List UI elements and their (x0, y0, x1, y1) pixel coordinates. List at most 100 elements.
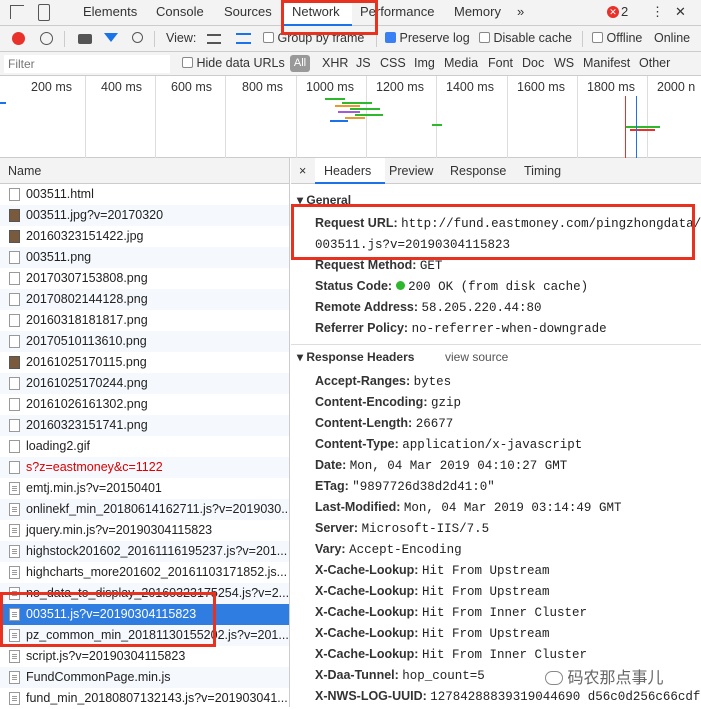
response-headers-section-header[interactable]: ▾ Response Headers (297, 350, 414, 364)
header-key: X-Cache-Lookup: (315, 605, 419, 619)
image-file-icon (9, 230, 20, 243)
tab-performance[interactable]: Performance (360, 4, 434, 19)
more-tabs-button[interactable]: » (517, 4, 524, 19)
filter-type-font[interactable]: Font (488, 56, 513, 70)
header-key: X-Daa-Tunnel: (315, 668, 399, 682)
tab-sources[interactable]: Sources (224, 4, 272, 19)
request-url-row-cont: 003511.js?v=20190304115823 (315, 237, 510, 252)
request-row[interactable]: 20161025170115.png (0, 352, 289, 373)
request-method-row: Request Method: GET (315, 258, 442, 273)
filter-type-other[interactable]: Other (639, 56, 670, 70)
filter-type-img[interactable]: Img (414, 56, 435, 70)
request-row[interactable]: emtj.min.js?v=20150401 (0, 478, 289, 499)
tab-headers[interactable]: Headers (324, 164, 371, 178)
referrer-policy-value: no-referrer-when-downgrade (411, 322, 607, 336)
request-row[interactable]: 20170802144128.png (0, 289, 289, 310)
waterfall-icon[interactable] (236, 33, 251, 44)
request-row[interactable]: 003511.js?v=20190304115823 (0, 604, 289, 625)
error-icon[interactable]: ✕ (607, 6, 619, 18)
view-source-link[interactable]: view source (445, 350, 508, 364)
capture-screenshots-icon[interactable] (78, 34, 92, 44)
group-by-frame-checkbox[interactable]: Group by frame (263, 31, 364, 45)
request-row[interactable]: s?z=eastmoney&c=1122 (0, 457, 289, 478)
document-file-icon (9, 293, 20, 306)
tab-timing[interactable]: Timing (524, 164, 561, 178)
request-name: onlinekf_min_20180614162711.js?v=2019030… (26, 502, 289, 516)
inspect-element-icon[interactable] (10, 5, 24, 19)
general-section-header[interactable]: ▾ General (297, 193, 351, 207)
request-name: 003511.html (26, 187, 94, 201)
request-row[interactable]: 20160323151741.png (0, 415, 289, 436)
filter-type-ws[interactable]: WS (554, 56, 574, 70)
filter-type-manifest[interactable]: Manifest (583, 56, 630, 70)
request-row[interactable]: highcharts_more201602_20161103171852.js.… (0, 562, 289, 583)
timeline-overview[interactable]: 200 ms 400 ms 600 ms 800 ms 1000 ms 1200… (0, 76, 701, 158)
request-name: 20161025170244.png (26, 376, 148, 390)
status-code-row: Status Code: 200 OK (from disk cache) (315, 279, 588, 294)
request-row[interactable]: highstock201602_20161116195237.js?v=201.… (0, 541, 289, 562)
timeline-tick: 200 ms (31, 80, 72, 94)
record-icon[interactable] (12, 32, 25, 45)
throttling-select[interactable]: Online (654, 31, 690, 45)
offline-checkbox[interactable]: Offline (592, 31, 642, 45)
request-row[interactable]: 20170510113610.png (0, 331, 289, 352)
request-method-key: Request Method: (315, 258, 417, 272)
filter-input[interactable] (4, 55, 170, 73)
close-devtools-icon[interactable]: ✕ (675, 4, 686, 20)
device-toolbar-icon[interactable] (38, 4, 50, 21)
request-row[interactable]: script.js?v=20190304115823 (0, 646, 289, 667)
request-row[interactable]: no_data_to_display_20160323175254.js?v=2… (0, 583, 289, 604)
script-file-icon (9, 692, 20, 705)
tab-console[interactable]: Console (156, 4, 204, 19)
filter-type-media[interactable]: Media (444, 56, 478, 70)
clear-icon[interactable] (40, 32, 53, 45)
search-icon[interactable] (132, 32, 143, 43)
tab-memory[interactable]: Memory (454, 4, 501, 19)
name-column-header[interactable]: Name (0, 158, 289, 184)
script-file-icon (9, 503, 20, 516)
general-title: General (306, 193, 352, 207)
error-count[interactable]: 2 (621, 4, 628, 19)
tab-elements[interactable]: Elements (83, 4, 137, 19)
filter-type-all[interactable]: All (290, 55, 310, 72)
request-row[interactable]: 003511.html (0, 184, 289, 205)
image-file-icon (9, 356, 20, 369)
request-name: 20160318181817.png (26, 313, 148, 327)
view-label: View: (166, 31, 197, 45)
request-row[interactable]: 20161026161302.png (0, 394, 289, 415)
filter-type-js[interactable]: JS (356, 56, 371, 70)
request-row[interactable]: pz_common_min_20181130155202.js?v=201... (0, 625, 289, 646)
preserve-log-checkbox[interactable]: Preserve log (385, 31, 470, 45)
filter-type-xhr[interactable]: XHR (322, 56, 348, 70)
filter-type-doc[interactable]: Doc (522, 56, 544, 70)
tab-network[interactable]: Network (292, 4, 340, 19)
header-value: Mon, 04 Mar 2019 04:10:27 GMT (349, 459, 568, 473)
request-row[interactable]: 20160318181817.png (0, 310, 289, 331)
request-name: script.js?v=20190304115823 (26, 649, 186, 663)
tab-response[interactable]: Response (450, 164, 506, 178)
request-row[interactable]: 20160323151422.jpg (0, 226, 289, 247)
request-row[interactable]: onlinekf_min_20180614162711.js?v=2019030… (0, 499, 289, 520)
request-row[interactable]: 20170307153808.png (0, 268, 289, 289)
request-name: 003511.png (26, 250, 92, 264)
large-rows-icon[interactable] (207, 34, 221, 44)
filter-type-css[interactable]: CSS (380, 56, 406, 70)
request-name: highcharts_more201602_20161103171852.js.… (26, 565, 288, 579)
request-row[interactable]: jquery.min.js?v=20190304115823 (0, 520, 289, 541)
request-row[interactable]: 003511.png (0, 247, 289, 268)
hide-data-urls-checkbox[interactable]: Hide data URLs (182, 56, 285, 70)
request-row[interactable]: 003511.jpg?v=20170320 (0, 205, 289, 226)
close-detail-icon[interactable]: × (299, 164, 306, 178)
request-row[interactable]: loading2.gif (0, 436, 289, 457)
request-row[interactable]: fund_min_20180807132143.js?v=201903041..… (0, 688, 289, 709)
header-value: bytes (413, 375, 452, 389)
request-row[interactable]: 20161025170244.png (0, 373, 289, 394)
menu-icon[interactable]: ⋮ (651, 4, 664, 20)
disable-cache-checkbox[interactable]: Disable cache (479, 31, 572, 45)
filter-icon[interactable] (104, 33, 118, 42)
request-name: FundCommonPage.min.js (26, 670, 171, 684)
tab-preview[interactable]: Preview (389, 164, 433, 178)
header-value: "9897726d38d2d41:0" (352, 480, 495, 494)
request-row[interactable]: FundCommonPage.min.js (0, 667, 289, 688)
document-file-icon (9, 251, 20, 264)
